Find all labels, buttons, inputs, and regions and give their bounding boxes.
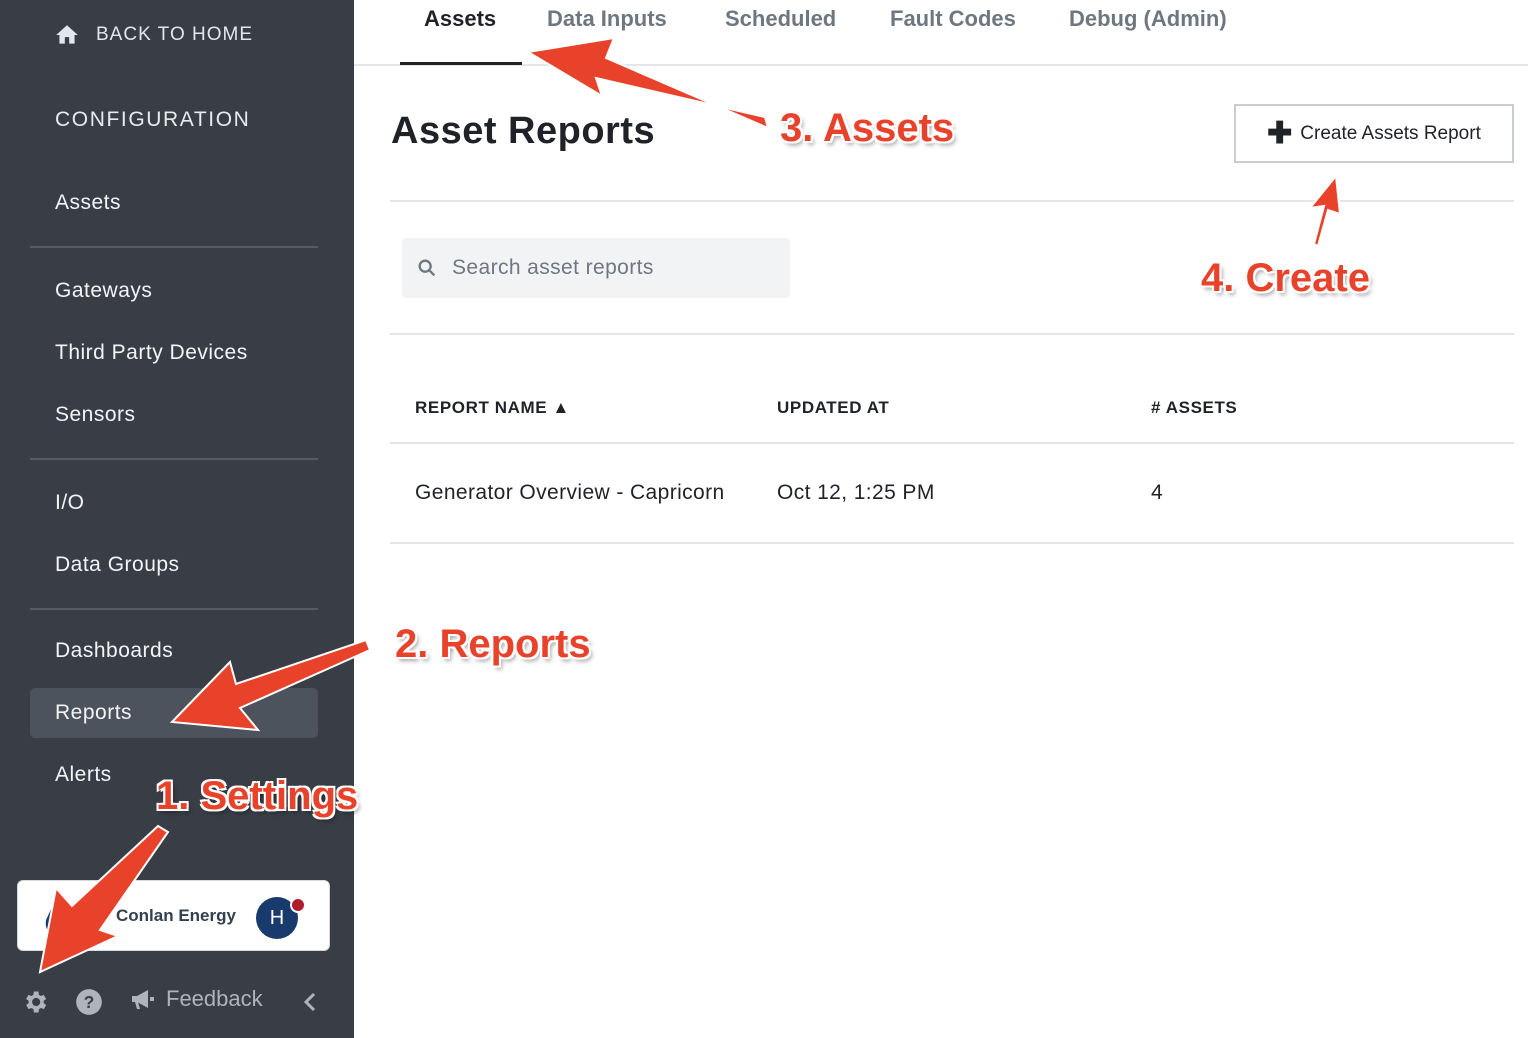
annotation-arrow-create	[1307, 173, 1342, 248]
gear-icon[interactable]	[21, 988, 49, 1016]
sidebar-item-dashboards[interactable]: Dashboards	[30, 626, 318, 676]
active-tab-indicator	[400, 62, 522, 65]
sidebar-divider	[30, 458, 318, 460]
column-header-report-name[interactable]: REPORT NAME ▲	[415, 398, 570, 418]
tab-scheduled[interactable]: Scheduled	[725, 6, 836, 32]
plus-icon: ✚	[1267, 116, 1293, 150]
tab-debug-admin[interactable]: Debug (Admin)	[1069, 6, 1227, 32]
cell-asset-count: 4	[1151, 481, 1164, 504]
megaphone-icon	[132, 990, 154, 1009]
create-assets-report-button[interactable]: ✚ Create Assets Report	[1234, 104, 1514, 163]
sidebar-bottom-bar: ? Feedback	[0, 978, 354, 1024]
sidebar-item-io[interactable]: I/O	[30, 478, 318, 528]
sidebar: BACK TO HOME CONFIGURATION Assets Gatewa…	[0, 0, 354, 1038]
back-to-home-link[interactable]: BACK TO HOME	[54, 22, 253, 48]
back-to-home-label: BACK TO HOME	[96, 24, 253, 45]
sidebar-item-data-groups[interactable]: Data Groups	[30, 540, 318, 590]
svg-text:?: ?	[84, 992, 95, 1012]
org-name: Conlan Energy	[116, 905, 236, 925]
annotation-step-3: 3. Assets	[780, 106, 955, 150]
annotation-step-1: 1. Settings	[156, 774, 359, 818]
sidebar-item-assets[interactable]: Assets	[30, 178, 318, 228]
home-icon	[56, 25, 78, 44]
sidebar-item-third-party-devices[interactable]: Third Party Devices	[30, 328, 318, 378]
feedback-label: Feedback	[166, 986, 263, 1011]
chevron-left-icon[interactable]	[300, 990, 320, 1014]
search-divider	[390, 333, 1514, 335]
header-divider	[390, 200, 1514, 202]
cell-updated-at: Oct 12, 1:25 PM	[777, 481, 935, 504]
tab-data-inputs[interactable]: Data Inputs	[547, 6, 667, 32]
page-title: Asset Reports	[391, 110, 656, 152]
sidebar-divider	[30, 246, 318, 248]
section-title: CONFIGURATION	[55, 108, 251, 131]
search-icon	[418, 259, 436, 277]
sidebar-divider	[30, 608, 318, 610]
help-icon[interactable]: ?	[75, 988, 103, 1016]
cell-report-name[interactable]: Generator Overview - Capricorn	[415, 481, 725, 505]
org-logo-icon	[45, 893, 69, 936]
tab-assets[interactable]: Assets	[424, 6, 496, 32]
create-button-label: Create Assets Report	[1300, 122, 1481, 144]
sidebar-item-sensors[interactable]: Sensors	[30, 390, 318, 440]
notification-dot	[290, 897, 306, 913]
column-header-updated-at[interactable]: UPDATED AT	[777, 398, 889, 418]
feedback-button[interactable]: Feedback	[130, 986, 263, 1012]
sidebar-item-gateways[interactable]: Gateways	[30, 266, 318, 316]
search-box	[402, 238, 790, 298]
tab-fault-codes[interactable]: Fault Codes	[890, 6, 1016, 32]
annotation-step-4: 4. Create	[1201, 256, 1370, 300]
sidebar-item-reports[interactable]: Reports	[30, 688, 318, 738]
column-header-assets[interactable]: # ASSETS	[1151, 398, 1237, 418]
search-input[interactable]	[452, 256, 772, 280]
organization-switcher[interactable]: Conlan Energy H	[17, 880, 330, 951]
annotation-step-2: 2. Reports	[395, 622, 591, 666]
avatar-initial: H	[269, 906, 285, 929]
table-row-divider	[390, 542, 1514, 544]
